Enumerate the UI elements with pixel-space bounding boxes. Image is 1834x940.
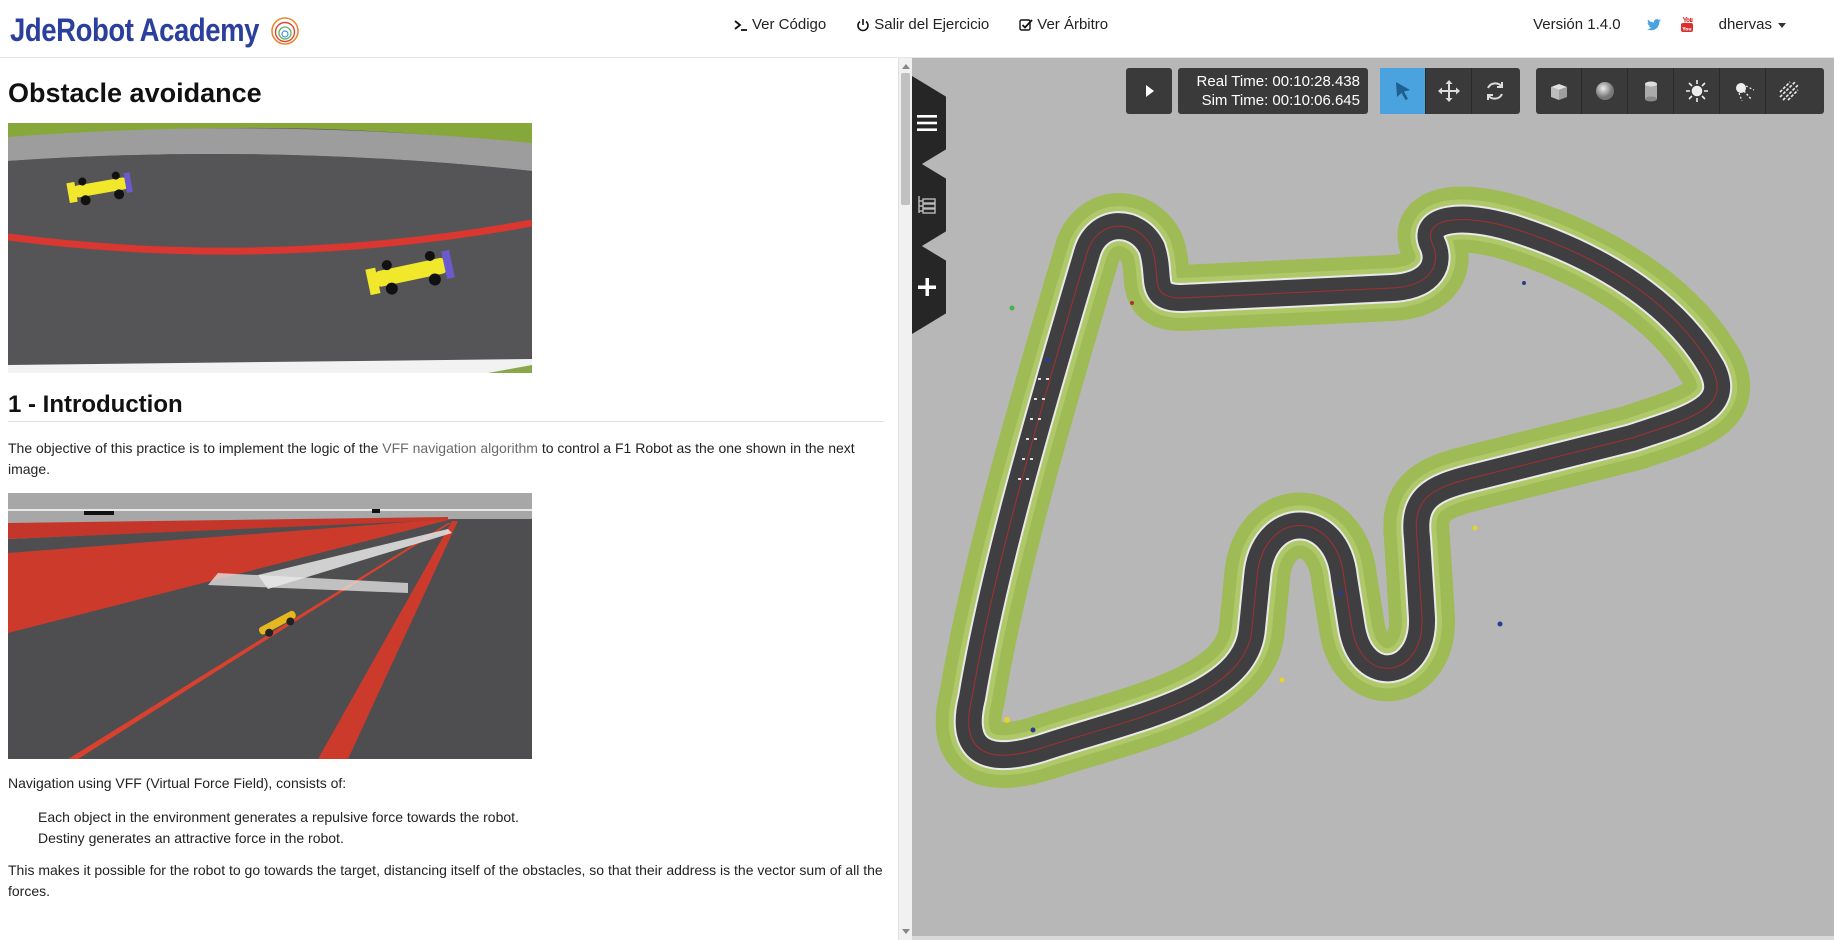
vff-intro-paragraph: Navigation using VFF (Virtual Force Fiel… (8, 775, 347, 791)
insert-point-light-button[interactable] (1674, 68, 1720, 114)
top-navbar: JdeRobot Academy Ver Código Salir del Ej… (0, 0, 1834, 58)
tree-icon (918, 196, 936, 214)
race-track-scene[interactable] (912, 58, 1834, 940)
translate-mode-button[interactable] (1426, 68, 1472, 114)
ver-codigo-label[interactable]: Ver Código (752, 16, 826, 33)
box-icon (1550, 84, 1567, 100)
user-menu[interactable]: dhervas (1719, 16, 1786, 33)
terminal-icon (734, 19, 747, 31)
vector-sum-paragraph: This makes it possible for the robot to … (8, 862, 883, 899)
nav-right: Versión 1.4.0 You dhervas (1533, 16, 1786, 33)
point-light-icon (1685, 80, 1708, 102)
plus-icon (918, 278, 936, 296)
power-icon (857, 18, 869, 31)
sim-bottom-strip (912, 936, 1834, 940)
version-label: Versión 1.4.0 (1533, 16, 1621, 33)
play-toolbar (1126, 68, 1172, 114)
brand-name[interactable]: JdeRobot Academy (10, 12, 259, 49)
description-content: Obstacle avoidance 1 - Introduction The … (8, 58, 883, 902)
user-name[interactable]: dhervas (1719, 16, 1772, 33)
play-icon (1146, 85, 1154, 97)
nav-center: Ver Código Salir del Ejercicio Ver Árbit… (734, 16, 1108, 33)
rotate-mode-button[interactable] (1472, 68, 1518, 114)
ver-codigo-link[interactable]: Ver Código (734, 16, 826, 33)
salir-ejercicio-label[interactable]: Salir del Ejercicio (874, 16, 989, 33)
gazebo-simulator-view[interactable]: Real Time: 00:10:28.438 Sim Time: 00:10:… (912, 58, 1834, 940)
f1-track-start-image (8, 493, 532, 759)
svg-text:You: You (1681, 27, 1691, 33)
translate-icon (1437, 80, 1460, 102)
insert-toolbar (1536, 68, 1824, 114)
scroll-thumb[interactable] (901, 73, 910, 205)
sim-time-readout: Sim Time: 00:10:06.645 (1201, 92, 1360, 109)
twitter-icon[interactable] (1646, 18, 1661, 31)
insert-directional-light-button[interactable] (1766, 68, 1812, 114)
insert-cylinder-button[interactable] (1628, 68, 1674, 114)
intro-text-before: The objective of this practice is to imp… (8, 440, 383, 456)
vff-algorithm-link[interactable]: VFF navigation algorithm (382, 440, 538, 456)
spot-light-icon (1735, 83, 1754, 102)
checkbox-icon (1019, 18, 1033, 31)
insert-sphere-button[interactable] (1582, 68, 1628, 114)
real-time-readout: Real Time: 00:10:28.438 (1196, 73, 1360, 90)
rotate-icon (1487, 82, 1503, 100)
insert-spot-light-button[interactable] (1720, 68, 1766, 114)
insert-box-button[interactable] (1536, 68, 1582, 114)
brand[interactable]: JdeRobot Academy (10, 8, 300, 52)
sim-time-display: Real Time: 00:10:28.438 Sim Time: 00:10:… (1178, 68, 1368, 114)
ver-arbitro-label[interactable]: Ver Árbitro (1037, 16, 1108, 33)
ver-arbitro-link[interactable]: Ver Árbitro (1019, 16, 1108, 33)
menu-icon (917, 115, 937, 131)
scroll-up-arrow-icon[interactable] (902, 64, 910, 69)
cylinder-icon (1644, 81, 1657, 102)
select-mode-button[interactable] (1380, 68, 1426, 114)
chevron-down-icon (1778, 22, 1786, 28)
directional-light-icon (1779, 81, 1799, 101)
section-heading-introduction: 1 - Introduction (8, 391, 883, 422)
exercise-description-panel: Obstacle avoidance 1 - Introduction The … (0, 58, 898, 940)
sphere-icon (1595, 82, 1614, 100)
salir-ejercicio-link[interactable]: Salir del Ejercicio (856, 16, 989, 33)
description-scrollbar[interactable] (898, 58, 912, 940)
manipulation-toolbar (1380, 68, 1520, 114)
brand-logo-icon (270, 17, 299, 45)
list-item: Destiny generates an attractive force in… (38, 830, 344, 846)
page-title: Obstacle avoidance (8, 78, 262, 108)
intro-paragraph: The objective of this practice is to imp… (8, 438, 883, 480)
vff-forces-list: Each object in the environment generates… (38, 807, 883, 849)
list-item: Each object in the environment generates… (38, 809, 519, 825)
select-arrow-icon (1395, 82, 1410, 100)
f1-cars-image (8, 123, 532, 373)
youtube-icon[interactable]: You (1680, 17, 1693, 33)
scroll-down-arrow-icon[interactable] (902, 929, 910, 934)
play-button[interactable] (1126, 68, 1172, 114)
